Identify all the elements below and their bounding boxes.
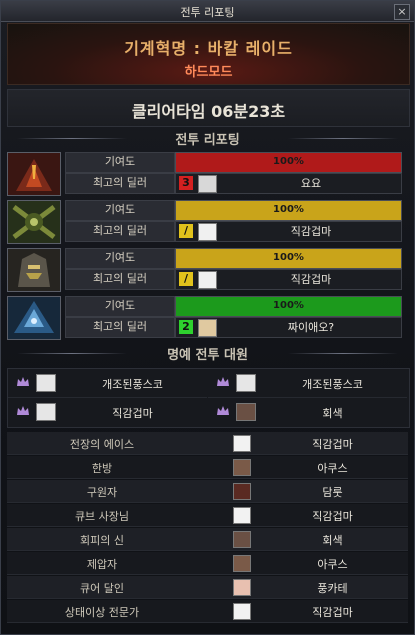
best-dealer-cell: / 직감겁마 (175, 221, 402, 242)
honor-member: 회색 (208, 398, 407, 426)
member-name: 개조된풍스코 (302, 378, 363, 391)
award-portrait-icon (233, 507, 251, 524)
best-dealer-cell: 2 짜이애오? (175, 317, 402, 338)
award-row: 구원자 담룻 (7, 480, 408, 503)
honor-members-panel: 개조된풍스코 개조된풍스코 직감겁마 회색 (7, 368, 410, 428)
award-name: 직감겁마 (312, 510, 353, 523)
honor-member: 개조된풍스코 (8, 369, 207, 398)
award-row: 상태이상 전문가 직감겁마 (7, 600, 408, 623)
award-name: 풍카테 (317, 582, 348, 595)
member-name: 회색 (322, 407, 343, 420)
award-title: 큐어 달인 (80, 582, 124, 595)
award-portrait-icon (233, 531, 251, 548)
contribution-label: 기여도 (65, 152, 175, 173)
best-dealer-label: 최고의 딜러 (65, 269, 175, 290)
award-name: 담룻 (322, 486, 343, 499)
contribution-bar: 100% (175, 200, 402, 221)
award-portrait-icon (233, 555, 251, 572)
best-dealer-label: 최고의 딜러 (65, 173, 175, 194)
rank-badge: 2 (179, 320, 193, 334)
player-row: 기여도 최고의 딜러 100% / 직감겁마 (5, 199, 410, 244)
report-window: 전투 리포팅 × 기계혁명 : 바칼 레이드 하드모드 클리어타임 06분23초… (0, 0, 415, 635)
class-portrait-icon (7, 248, 61, 292)
raid-name: 기계혁명 : 바칼 레이드 (124, 39, 293, 58)
class-portrait-icon (7, 152, 61, 196)
award-name: 직감겁마 (312, 438, 353, 451)
award-portrait-icon (233, 483, 251, 500)
best-dealer-label: 최고의 딜러 (65, 221, 175, 242)
award-row: 전장의 에이스 직감겁마 (7, 432, 408, 455)
honor-member: 개조된풍스코 (208, 369, 407, 398)
award-name: 회색 (322, 534, 343, 547)
dealer-portrait-icon (198, 271, 217, 289)
class-portrait-icon (7, 296, 61, 340)
crown-icon (217, 377, 229, 386)
award-title: 큐브 사장님 (74, 510, 130, 523)
player-row: 기여도 최고의 딜러 100% / 직감겁마 (5, 247, 410, 292)
contribution-bar: 100% (175, 248, 402, 269)
contribution-bar: 100% (175, 152, 402, 173)
award-title: 구원자 (86, 486, 118, 499)
player-row: 기여도 최고의 딜러 100% 2 짜이애오? (5, 295, 410, 340)
contribution-bar: 100% (175, 296, 402, 317)
award-row: 한방 아쿠스 (7, 456, 408, 479)
award-name: 아쿠스 (317, 462, 348, 475)
raid-header: 기계혁명 : 바칼 레이드 하드모드 (7, 23, 410, 85)
award-portrait-icon (233, 435, 251, 452)
member-name: 직감겁마 (112, 407, 153, 420)
award-title: 한방 (91, 462, 113, 475)
award-name: 직감겁마 (312, 606, 353, 619)
dealer-portrait-icon (198, 223, 217, 241)
award-title: 제압자 (86, 558, 118, 571)
rank-badge: 3 (179, 176, 193, 190)
member-name: 개조된풍스코 (102, 378, 163, 391)
player-row: 기여도 최고의 딜러 100% 3 요요 (5, 151, 410, 196)
difficulty-mode: 하드모드 (184, 65, 233, 80)
dealer-portrait-icon (198, 319, 217, 337)
rank-badge: / (179, 224, 193, 238)
best-dealer-cell: 3 요요 (175, 173, 402, 194)
contribution-label: 기여도 (65, 200, 175, 221)
class-portrait-icon (7, 200, 61, 244)
crown-icon (17, 406, 29, 415)
award-row: 큐어 달인 풍카테 (7, 576, 408, 599)
award-row: 회피의 신 회색 (7, 528, 408, 551)
member-portrait-icon (236, 374, 256, 392)
clear-time-panel: 클리어타임 06분23초 (7, 89, 410, 127)
best-dealer-cell: / 직감겁마 (175, 269, 402, 290)
best-dealer-label: 최고의 딜러 (65, 317, 175, 338)
contribution-label: 기여도 (65, 296, 175, 317)
honor-member: 직감겁마 (8, 398, 207, 426)
dealer-portrait-icon (198, 175, 217, 193)
member-portrait-icon (36, 374, 56, 392)
clear-time: 클리어타임 06분23초 (131, 102, 286, 121)
report-section-title: 전투 리포팅 (7, 129, 408, 149)
award-name: 아쿠스 (317, 558, 348, 571)
rank-badge: / (179, 272, 193, 286)
title-bar[interactable]: 전투 리포팅 × (1, 1, 414, 22)
award-row: 제압자 아쿠스 (7, 552, 408, 575)
crown-icon (217, 406, 229, 415)
awards-list: 전장의 에이스 직감겁마 한방 아쿠스 구원자 담룻 큐브 사장님 직감겁마 회피의 신… (7, 432, 408, 630)
award-title: 전장의 에이스 (69, 438, 135, 451)
dealer-name: 직감겁마 (290, 225, 332, 238)
award-row: 큐브 사장님 직감겁마 (7, 504, 408, 527)
award-portrait-icon (233, 603, 251, 620)
award-title: 회피의 신 (80, 534, 124, 547)
dealer-name: 직감겁마 (290, 273, 332, 286)
honor-section-title: 명예 전투 대원 (7, 344, 408, 364)
member-portrait-icon (36, 403, 56, 421)
contribution-label: 기여도 (65, 248, 175, 269)
dealer-name: 요요 (300, 177, 322, 190)
window-title: 전투 리포팅 (180, 6, 235, 19)
award-title: 상태이상 전문가 (64, 606, 140, 619)
award-portrait-icon (233, 579, 251, 596)
award-portrait-icon (233, 459, 251, 476)
dealer-name: 짜이애오? (287, 321, 335, 334)
member-portrait-icon (236, 403, 256, 421)
crown-icon (17, 377, 29, 386)
close-button[interactable]: × (394, 4, 410, 20)
